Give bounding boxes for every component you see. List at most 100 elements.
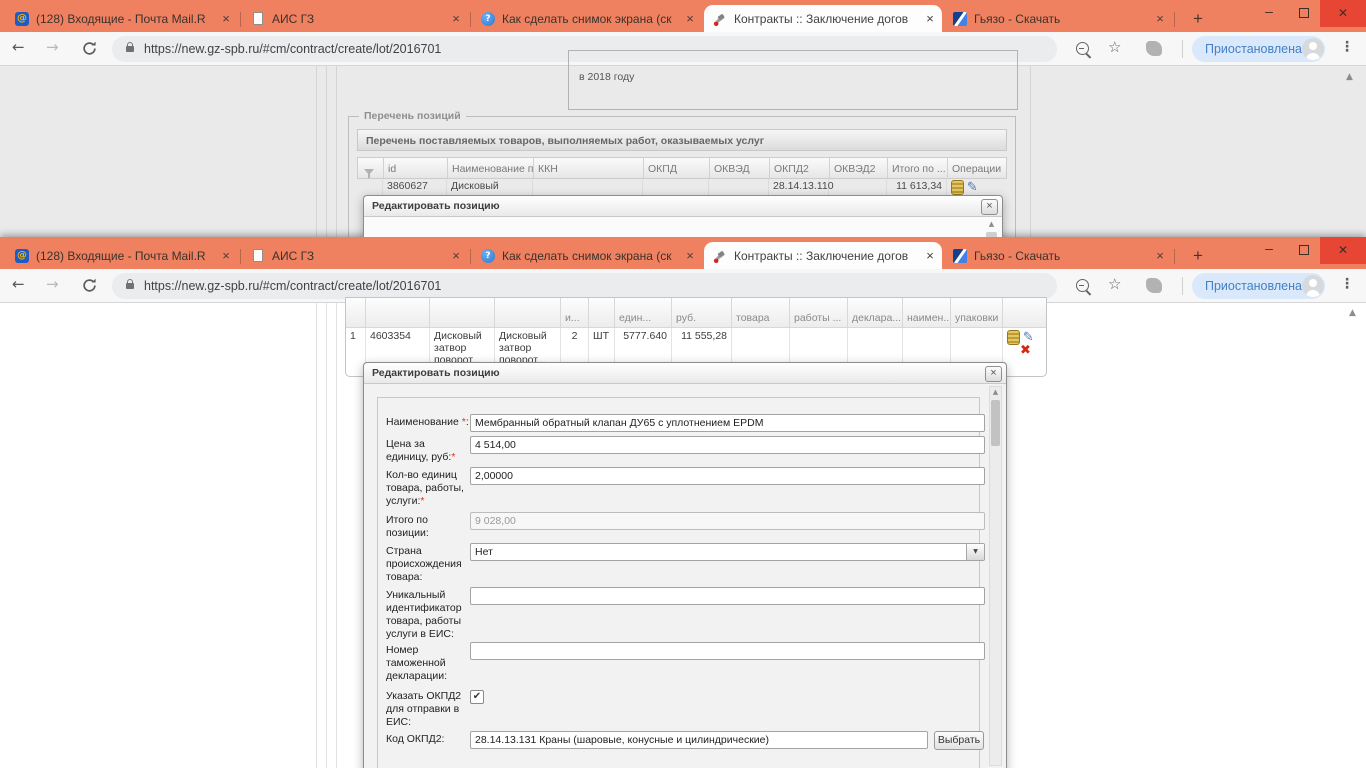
col-total[interactable]: Итого по ... [888,158,948,178]
history-icon[interactable] [1007,330,1020,345]
edit-pencil-icon[interactable] [967,181,978,195]
okpd2-input[interactable] [470,731,928,749]
dialog-close-icon[interactable] [985,366,1002,382]
menu-dots-icon[interactable] [1340,276,1354,292]
forward-icon[interactable]: → [46,38,59,56]
col-okpd[interactable]: ОКПД [644,158,710,178]
tab-close-icon[interactable] [218,11,234,27]
splitter-line[interactable] [326,303,327,768]
address-bar[interactable]: https://new.gz-spb.ru/#cm/contract/creat… [112,273,1057,299]
url-text[interactable]: https://new.gz-spb.ru/#cm/contract/creat… [144,279,441,293]
tab-mailru[interactable]: (128) Входящие - Почта Mail.R [6,242,238,269]
tab-close-icon[interactable] [682,11,698,27]
col-okved2[interactable]: ОКВЭД2 [830,158,888,178]
new-tab-button[interactable] [1186,244,1210,268]
tab-gyazo[interactable]: Гьязо - Скачать [944,242,1172,269]
zoom-out-icon[interactable] [1076,42,1089,55]
restore-button[interactable] [1286,237,1320,264]
col-declaration[interactable]: деклара... [848,298,903,328]
tab-close-icon[interactable] [922,248,938,264]
profile-button[interactable]: Приостановлена [1192,273,1325,299]
dialog-close-icon[interactable] [981,199,998,215]
scroll-thumb[interactable] [991,400,1000,446]
scroll-up-icon[interactable] [985,219,998,230]
col-id[interactable]: id [384,158,448,178]
menu-dots-icon[interactable] [1340,39,1354,55]
choose-button[interactable]: Выбрать [934,731,984,750]
tab-ais-gz[interactable]: АИС ГЗ [242,5,468,32]
avatar[interactable] [1301,38,1324,60]
delete-x-icon[interactable] [1020,345,1031,357]
dialog-scrollbar[interactable] [985,219,998,237]
col-position[interactable] [430,298,495,328]
col-okved[interactable]: ОКВЭД [710,158,770,178]
close-button[interactable] [1320,237,1366,264]
price-input[interactable] [470,436,985,454]
url-text[interactable]: https://new.gz-spb.ru/#cm/contract/creat… [144,42,441,56]
splitter-line[interactable] [326,66,327,237]
tab-close-icon[interactable] [1152,248,1168,264]
bookmark-star-icon[interactable] [1108,275,1121,293]
col-id[interactable] [366,298,430,328]
col-name[interactable] [495,298,561,328]
col-country[interactable]: товара [732,298,790,328]
country-select[interactable]: Нет [470,543,985,561]
zoom-out-icon[interactable] [1076,279,1089,292]
scroll-up-icon[interactable] [990,387,1001,398]
back-icon[interactable]: ← [12,38,25,56]
tab-screenshot-help[interactable]: Как сделать снимок экрана (ск [472,5,702,32]
scroll-thumb[interactable] [986,232,997,237]
name-input[interactable] [470,414,985,432]
page-scroll-up-icon[interactable] [1346,72,1353,82]
tab-close-icon[interactable] [1152,11,1168,27]
chevron-down-icon[interactable] [966,544,984,560]
col-okpd2[interactable]: ОКПД2 [770,158,830,178]
lock-icon[interactable] [126,42,134,52]
tab-screenshot-help[interactable]: Как сделать снимок экрана (ск [472,242,702,269]
history-icon[interactable] [951,180,964,195]
back-icon[interactable]: ← [12,275,25,293]
extension-icon[interactable] [1146,41,1162,56]
tab-contracts-active[interactable]: Контракты :: Заключение догов [704,5,942,32]
profile-button[interactable]: Приостановлена [1192,36,1325,62]
filter-funnel-icon[interactable] [358,158,384,178]
col-price[interactable]: един... [615,298,672,328]
tab-close-icon[interactable] [448,248,464,264]
col-work-id[interactable]: работы ... [790,298,848,328]
forward-icon[interactable]: → [46,275,59,293]
lock-icon[interactable] [126,279,134,289]
edit-pencil-icon[interactable] [1023,332,1034,344]
col-qty[interactable]: и... [561,298,589,328]
minimize-button[interactable] [1252,0,1286,27]
col-kkn[interactable]: ККН [534,158,644,178]
okpd2-send-checkbox[interactable] [470,690,484,704]
tab-gyazo[interactable]: Гьязо - Скачать [944,5,1172,32]
tab-close-icon[interactable] [448,11,464,27]
minimize-button[interactable] [1252,237,1286,264]
tab-close-icon[interactable] [922,11,938,27]
tab-close-icon[interactable] [682,248,698,264]
reload-icon[interactable] [82,278,97,297]
col-name[interactable]: Наименование пози... [448,158,534,178]
col-tradename[interactable]: наимен... [903,298,951,328]
avatar[interactable] [1301,275,1324,297]
extension-icon[interactable] [1146,278,1162,293]
bookmark-star-icon[interactable] [1108,38,1121,56]
tab-mailru[interactable]: (128) Входящие - Почта Mail.R [6,5,238,32]
tab-contracts-active[interactable]: Контракты :: Заключение догов [704,242,942,269]
col-unit[interactable] [589,298,615,328]
dialog-scrollbar[interactable] [989,386,1002,766]
page-scroll-up-icon[interactable] [1349,308,1356,318]
tab-close-icon[interactable] [218,248,234,264]
new-tab-button[interactable] [1186,7,1210,31]
close-button[interactable] [1320,0,1366,27]
col-total[interactable]: руб. [672,298,732,328]
tab-ais-gz[interactable]: АИС ГЗ [242,242,468,269]
field-label: Номер таможенной декларации: [386,644,447,682]
customs-input[interactable] [470,642,985,660]
col-pack[interactable]: упаковки [951,298,1003,328]
qty-input[interactable] [470,467,985,485]
restore-button[interactable] [1286,0,1320,27]
uid-input[interactable] [470,587,985,605]
reload-icon[interactable] [82,41,97,60]
